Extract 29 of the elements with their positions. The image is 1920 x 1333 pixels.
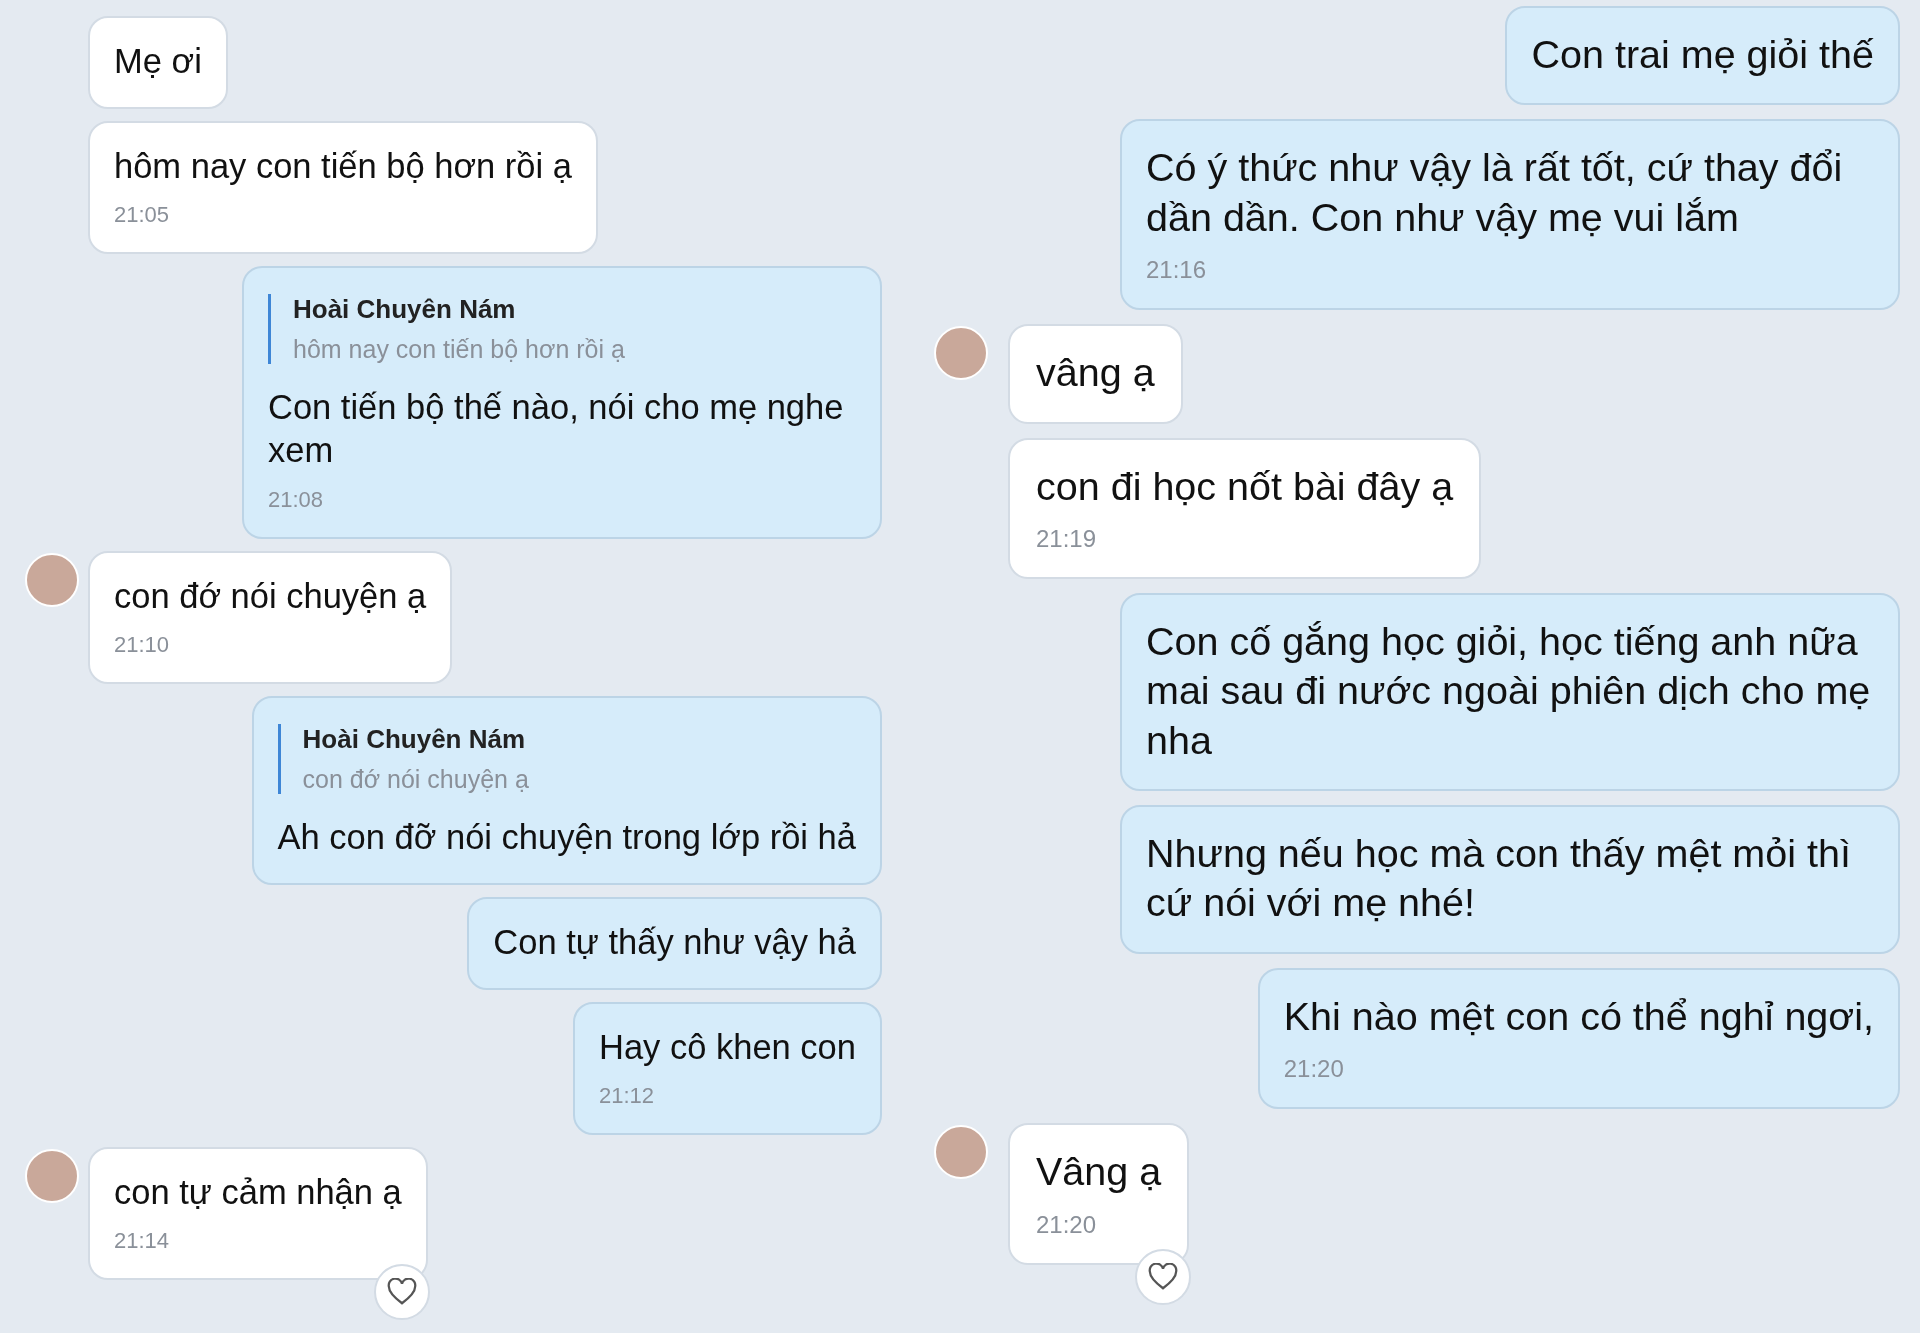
message-text: Có ý thức như vậy là rất tốt, cứ thay đổi dần dần. Con như vậy mẹ vui lắm bbox=[1146, 144, 1844, 241]
message-time: 21:20 bbox=[1036, 1210, 1098, 1239]
quoted-text: con đớ nói chuyện ạ bbox=[302, 764, 530, 794]
message-text: con tự cảm nhận ạ bbox=[114, 1172, 402, 1213]
message-time: 21:20 bbox=[1283, 1055, 1345, 1084]
message-text: Con cố gắng học giỏi, học tiếng anh nữa mai sau đi nước ngoài phiên dịch cho mẹ nha bbox=[1146, 617, 1872, 764]
message-text: vâng ạ bbox=[1036, 349, 1155, 397]
quoted-text: hôm nay con tiến bộ hơn rồi ạ bbox=[293, 335, 626, 365]
message-text: Con tiến bộ thế nào, nói cho mẹ nghe xem bbox=[268, 387, 845, 472]
message-text: con đớ nói chuyện ạ bbox=[114, 575, 427, 617]
message-text: Ah con đỡ nói chuyện trong lớp rồi hả bbox=[277, 816, 856, 858]
message-text: Mẹ ơi bbox=[114, 41, 202, 82]
message-text: Nhưng nếu học mà con thấy mệt mỏi thì cứ nói với mẹ nhé! bbox=[1146, 830, 1852, 927]
message-time: 21:16 bbox=[1146, 256, 1208, 285]
message-time: 21:19 bbox=[1036, 524, 1098, 553]
message-time: 21:14 bbox=[114, 1228, 171, 1255]
message-time: 21:10 bbox=[114, 631, 171, 658]
message-text: Hay cô khen con bbox=[599, 1026, 856, 1068]
message-time: 21:08 bbox=[268, 486, 325, 513]
quoted-sender: Hoài Chuyên Nám bbox=[302, 723, 527, 755]
quoted-sender: Hoài Chuyên Nám bbox=[293, 294, 517, 326]
message-text: con đi học nốt bài đây ạ bbox=[1036, 462, 1454, 510]
message-time: 21:12 bbox=[599, 1083, 656, 1109]
message-text: Khi nào mệt con có thể nghỉ ngơi, bbox=[1283, 992, 1874, 1040]
message-text: Vâng ạ bbox=[1036, 1148, 1162, 1196]
message-text: Con tự thấy như vậy hả bbox=[493, 921, 856, 963]
message-time: 21:05 bbox=[114, 202, 171, 229]
message-text: Con trai mẹ giỏi thế bbox=[1531, 31, 1874, 78]
message-text: hôm nay con tiến bộ hơn rồi ạ bbox=[114, 146, 572, 188]
